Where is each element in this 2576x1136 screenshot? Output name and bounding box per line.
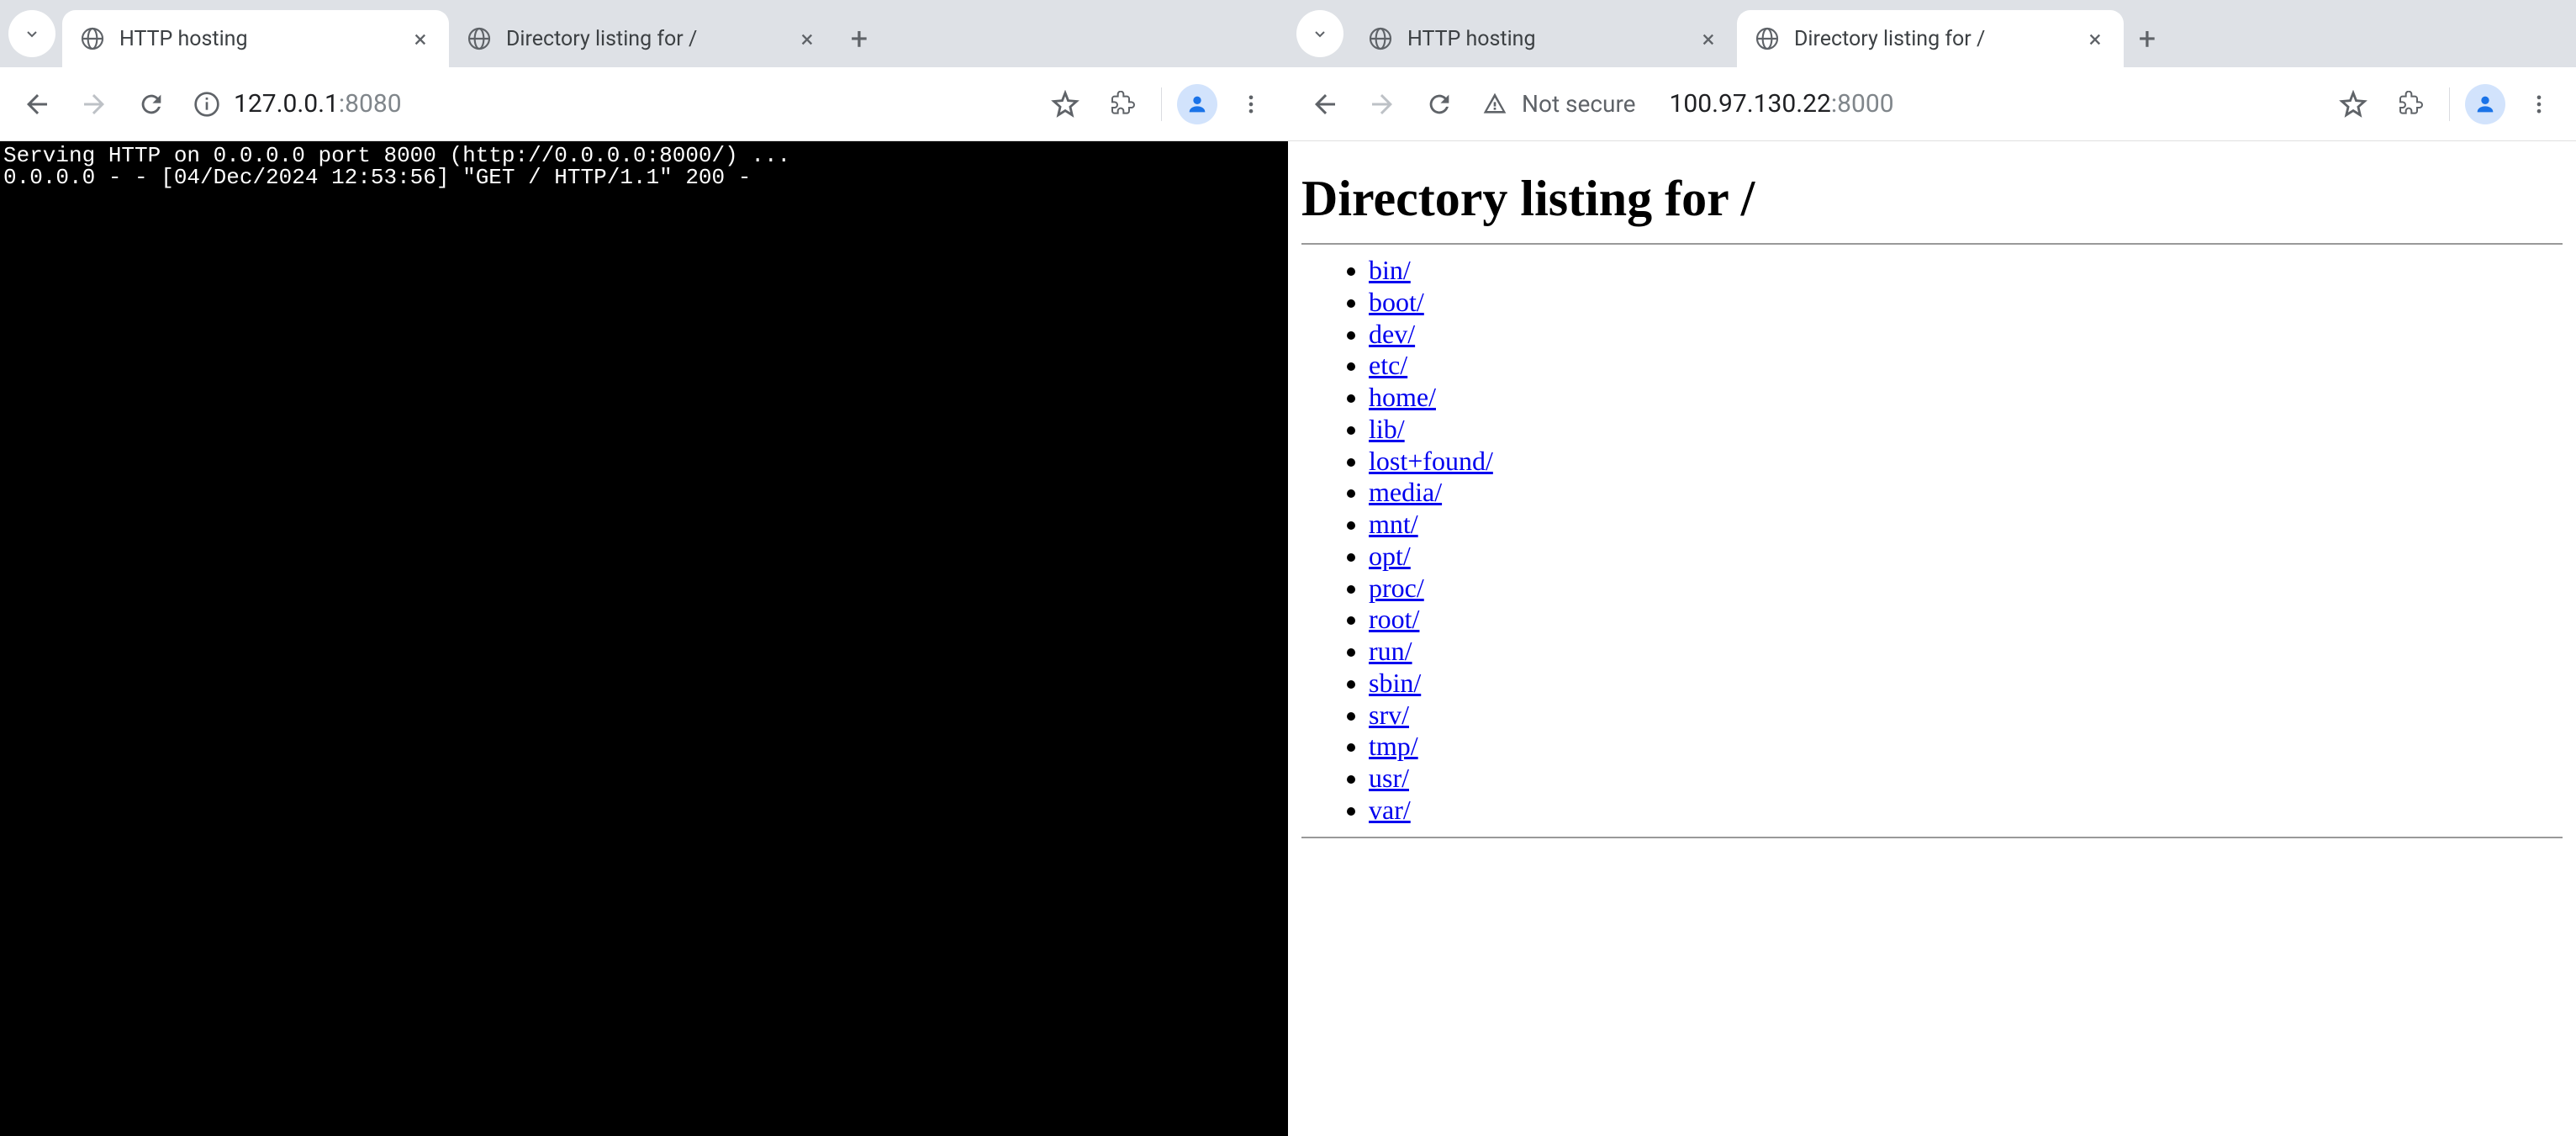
list-item: run/: [1369, 636, 2563, 668]
tab[interactable]: HTTP hosting ×: [62, 10, 449, 67]
address-bar[interactable]: 127.0.0.1:8080: [185, 79, 1032, 129]
extensions-button[interactable]: [1099, 81, 1146, 128]
forward-button[interactable]: [1359, 81, 1406, 128]
list-item: tmp/: [1369, 731, 2563, 763]
divider: [1301, 243, 2563, 245]
page-content: Directory listing for / bin/boot/dev/etc…: [1288, 141, 2576, 1136]
directory-link[interactable]: sbin/: [1369, 668, 1421, 698]
menu-button[interactable]: [2515, 81, 2563, 128]
list-item: bin/: [1369, 255, 2563, 287]
list-item: sbin/: [1369, 668, 2563, 700]
toolbar: Not secure 100.97.130.22:8000: [1288, 67, 2576, 141]
new-tab-button[interactable]: +: [2124, 15, 2171, 62]
new-tab-button[interactable]: +: [836, 15, 883, 62]
directory-link[interactable]: run/: [1369, 636, 1412, 666]
reload-button[interactable]: [1416, 81, 1463, 128]
separator: [2449, 87, 2450, 121]
page-content: Serving HTTP on 0.0.0.0 port 8000 (http:…: [0, 141, 1288, 1136]
directory-link[interactable]: boot/: [1369, 287, 1424, 317]
reload-button[interactable]: [128, 81, 175, 128]
tab[interactable]: Directory listing for / ×: [449, 10, 836, 67]
directory-list: bin/boot/dev/etc/home/lib/lost+found/med…: [1301, 255, 2563, 827]
not-secure-label: Not secure: [1522, 90, 1636, 118]
directory-link[interactable]: lost+found/: [1369, 446, 1493, 476]
browser-window-left: HTTP hosting×Directory listing for /× + …: [0, 0, 1288, 1136]
tab[interactable]: Directory listing for / ×: [1737, 10, 2124, 67]
list-item: opt/: [1369, 541, 2563, 573]
profile-avatar[interactable]: [1177, 84, 1217, 124]
divider: [1301, 837, 2563, 838]
directory-link[interactable]: usr/: [1369, 763, 1409, 793]
tab-title: Directory listing for /: [506, 27, 782, 51]
search-tabs-button[interactable]: [8, 10, 55, 57]
tab-title: Directory listing for /: [1794, 27, 2070, 51]
globe-icon: [1367, 25, 1394, 52]
list-item: root/: [1369, 604, 2563, 636]
list-item: var/: [1369, 795, 2563, 827]
tab-title: HTTP hosting: [1407, 27, 1683, 51]
list-item: proc/: [1369, 573, 2563, 605]
directory-link[interactable]: media/: [1369, 477, 1442, 507]
directory-link[interactable]: etc/: [1369, 350, 1407, 380]
list-item: home/: [1369, 382, 2563, 414]
search-tabs-button[interactable]: [1296, 10, 1343, 57]
close-tab-button[interactable]: ×: [409, 27, 432, 50]
list-item: lost+found/: [1369, 446, 2563, 478]
directory-link[interactable]: srv/: [1369, 700, 1409, 730]
directory-link[interactable]: tmp/: [1369, 731, 1418, 761]
bookmark-button[interactable]: [2330, 81, 2377, 128]
page-title: Directory listing for /: [1301, 170, 2563, 228]
close-tab-button[interactable]: ×: [795, 27, 819, 50]
back-button[interactable]: [1301, 81, 1349, 128]
forward-button[interactable]: [71, 81, 118, 128]
separator: [1161, 87, 1162, 121]
directory-link[interactable]: bin/: [1369, 255, 1411, 285]
terminal-output: Serving HTTP on 0.0.0.0 port 8000 (http:…: [0, 141, 1288, 1136]
list-item: boot/: [1369, 287, 2563, 319]
directory-link[interactable]: var/: [1369, 795, 1411, 825]
back-button[interactable]: [13, 81, 61, 128]
close-tab-button[interactable]: ×: [2083, 27, 2107, 50]
directory-link[interactable]: root/: [1369, 604, 1419, 634]
not-secure-icon[interactable]: [1480, 89, 1510, 119]
tab-strip: HTTP hosting × Directory listing for / × +: [0, 0, 1288, 67]
url-text: 127.0.0.1:8080: [234, 89, 402, 119]
tab[interactable]: HTTP hosting ×: [1350, 10, 1737, 67]
list-item: srv/: [1369, 700, 2563, 732]
close-tab-button[interactable]: ×: [1697, 27, 1720, 50]
list-item: dev/: [1369, 319, 2563, 351]
address-bar[interactable]: Not secure 100.97.130.22:8000: [1473, 79, 2320, 129]
list-item: etc/: [1369, 350, 2563, 382]
tab-title: HTTP hosting: [119, 27, 395, 51]
list-item: usr/: [1369, 763, 2563, 795]
globe-icon: [466, 25, 493, 52]
directory-link[interactable]: home/: [1369, 382, 1436, 412]
directory-link[interactable]: proc/: [1369, 573, 1424, 603]
menu-button[interactable]: [1227, 81, 1275, 128]
globe-icon: [1754, 25, 1781, 52]
browser-window-right: HTTP hosting×Directory listing for /× + …: [1288, 0, 2576, 1136]
tab-strip: HTTP hosting × Directory listing for / × +: [1288, 0, 2576, 67]
site-info-icon[interactable]: [192, 89, 222, 119]
url-text: 100.97.130.22:8000: [1670, 89, 1894, 119]
list-item: mnt/: [1369, 509, 2563, 541]
directory-link[interactable]: mnt/: [1369, 509, 1418, 539]
globe-icon: [79, 25, 106, 52]
directory-link[interactable]: opt/: [1369, 541, 1411, 571]
bookmark-button[interactable]: [1042, 81, 1089, 128]
list-item: lib/: [1369, 414, 2563, 446]
directory-link[interactable]: dev/: [1369, 319, 1415, 349]
toolbar: 127.0.0.1:8080: [0, 67, 1288, 141]
directory-link[interactable]: lib/: [1369, 414, 1405, 444]
profile-avatar[interactable]: [2465, 84, 2505, 124]
list-item: media/: [1369, 477, 2563, 509]
extensions-button[interactable]: [2387, 81, 2434, 128]
